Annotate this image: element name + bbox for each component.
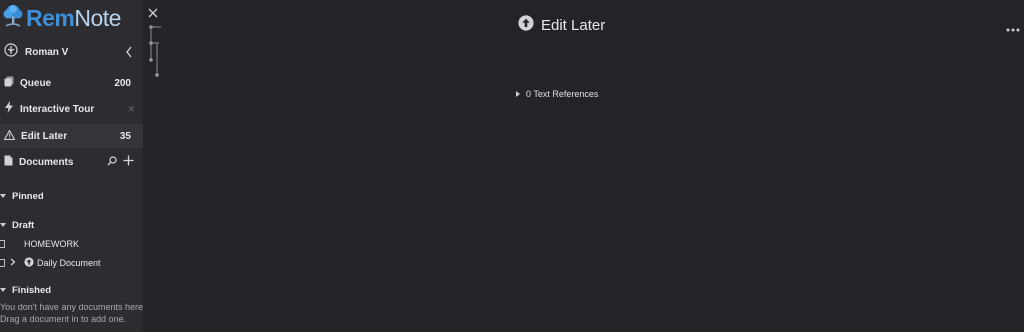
sidebar-item-label: Edit Later (21, 130, 68, 142)
section-draft[interactable]: Draft (0, 217, 34, 233)
list-item[interactable]: Daily Document (0, 256, 101, 270)
caret-down-icon (0, 223, 6, 227)
user-name: Roman V (25, 46, 69, 58)
page-title-row: Edit Later (518, 14, 605, 36)
document-title: HOMEWORK (24, 239, 79, 249)
arrow-up-circle-icon (518, 14, 534, 36)
sidebar-item-label: Interactive Tour (20, 103, 95, 115)
close-icon (148, 8, 158, 18)
close-tour-button[interactable]: ✕ (127, 104, 135, 115)
empty-message-line: You don't have any documents here. (0, 302, 143, 312)
caret-down-icon (0, 194, 6, 198)
sidebar-item-queue[interactable]: Queue 200 (0, 71, 143, 95)
lightning-icon (4, 100, 14, 118)
plus-icon (123, 155, 134, 166)
user-menu[interactable]: Roman V (4, 42, 136, 62)
section-finished[interactable]: Finished (0, 282, 51, 298)
finished-empty-message: You don't have any documents here. Drag … (0, 301, 143, 325)
page-title[interactable]: Edit Later (541, 17, 605, 34)
sidebar: RemNote Roman V Queue 200 Interactive To… (0, 0, 143, 332)
section-pinned[interactable]: Pinned (0, 188, 44, 204)
section-label: Pinned (12, 190, 44, 202)
search-icon[interactable] (107, 153, 117, 171)
main-panel: Edit Later 0 Text References (143, 0, 1024, 332)
sidebar-item-label: Documents (19, 156, 74, 168)
arrow-up-circle-icon (24, 257, 34, 269)
document-icon (4, 153, 13, 171)
sidebar-item-edit-later[interactable]: Edit Later 35 (0, 124, 143, 148)
documents-actions (107, 153, 134, 171)
caret-down-icon (0, 288, 6, 292)
section-label: Draft (12, 219, 35, 231)
hierarchy-lines-icon (149, 24, 163, 78)
expand-chevron-icon[interactable] (10, 258, 16, 268)
caret-right-icon (516, 91, 520, 97)
remnote-tree-icon (2, 4, 24, 33)
add-document-button[interactable] (123, 153, 134, 171)
sidebar-item-interactive-tour[interactable]: Interactive Tour ✕ (0, 97, 143, 121)
more-options-button[interactable] (1006, 20, 1020, 32)
sidebar-item-label: Queue (20, 77, 52, 89)
checkbox[interactable] (0, 259, 5, 267)
queue-icon (4, 74, 14, 92)
checkbox[interactable] (0, 240, 5, 248)
avatar (4, 42, 18, 62)
more-horizontal-icon (1006, 28, 1020, 32)
warning-icon (3, 127, 16, 145)
logo[interactable]: RemNote (2, 4, 121, 33)
document-title: Daily Document (37, 258, 101, 268)
sidebar-item-documents[interactable]: Documents (0, 150, 143, 174)
text-references-label: 0 Text References (526, 89, 599, 99)
logo-rem: Rem (26, 4, 75, 31)
section-label: Finished (12, 284, 52, 296)
queue-count: 200 (114, 77, 131, 89)
collapse-sidebar-button[interactable] (122, 43, 136, 61)
empty-message-line: Drag a document in to add one. (0, 314, 127, 324)
list-item[interactable]: HOMEWORK (0, 237, 79, 251)
edit-later-count: 35 (119, 130, 131, 142)
close-pane-button[interactable] (147, 6, 159, 18)
app-window: RemNote Roman V Queue 200 Interactive To… (0, 0, 1024, 332)
chevron-left-icon (126, 46, 132, 58)
logo-text: RemNote (26, 5, 121, 32)
logo-note: Note (74, 4, 121, 31)
text-references-toggle[interactable]: 0 Text References (516, 88, 598, 100)
